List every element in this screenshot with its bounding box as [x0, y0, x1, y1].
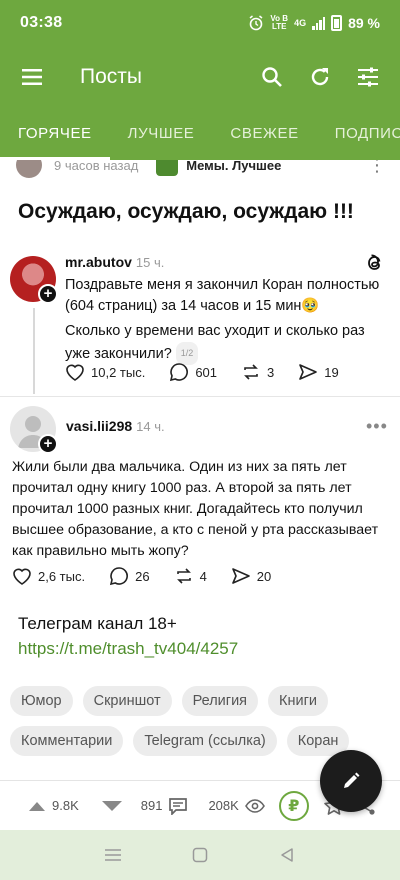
- tab-best[interactable]: ЛУЧШЕЕ: [110, 108, 213, 160]
- views-count: 208K: [208, 798, 239, 813]
- heart-icon: [13, 568, 31, 585]
- post-time: 9 часов назад: [54, 160, 139, 173]
- comments-button[interactable]: 891: [141, 797, 189, 815]
- embed2-header: vasi.lii298 14 ч.: [66, 418, 165, 434]
- refresh-icon: [311, 68, 329, 86]
- repost-icon: [176, 568, 191, 584]
- embed1-text2: Сколько у времени вас уходит и сколько р…: [65, 323, 365, 362]
- search-button[interactable]: [252, 57, 292, 97]
- donate-button[interactable]: ₽: [278, 790, 309, 821]
- embed2-reposts: 4: [174, 567, 207, 585]
- more-options-icon[interactable]: ⋮: [368, 160, 386, 176]
- filter-icon: [358, 67, 378, 87]
- app-bar-actions: [252, 57, 400, 97]
- post-meta: 9 часов назад Мемы. Лучшее ⋮: [16, 160, 386, 178]
- more-horizontal-icon[interactable]: •••: [366, 416, 388, 437]
- volte-indicator: Vo B LTE: [270, 14, 289, 31]
- embed2-stats: 2,6 тыс. 26 4 20: [12, 566, 372, 586]
- embed2-text: Жили были два мальчика. Один из них за п…: [12, 459, 379, 559]
- feed-tabs: ГОРЯЧЕЕ ЛУЧШЕЕ СВЕЖЕЕ ПОДПИСК: [0, 108, 400, 160]
- embed2-time: 14 ч.: [136, 419, 165, 434]
- embed1-shares: 19: [298, 363, 339, 381]
- pencil-icon: [344, 772, 360, 788]
- back-button[interactable]: [272, 840, 302, 870]
- embed1-comments: 601: [169, 362, 217, 382]
- community-icon[interactable]: [156, 160, 179, 176]
- menu-button[interactable]: [0, 69, 64, 85]
- eye-icon: [244, 798, 265, 813]
- status-icons: Vo B LTE 4G 89 %: [248, 15, 380, 31]
- repost-icon: [244, 364, 258, 380]
- network-type: 4G: [294, 18, 307, 28]
- signal-icon: [312, 16, 326, 30]
- tag-humor[interactable]: Юмор: [10, 686, 73, 716]
- telegram-link[interactable]: https://t.me/trash_tv404/4257: [18, 639, 238, 659]
- embed1-header: mr.abutov 15 ч.: [65, 254, 164, 270]
- filter-button[interactable]: [348, 57, 388, 97]
- status-bar: 03:38 Vo B LTE 4G 89 %: [0, 0, 400, 46]
- follow-plus-icon: +: [38, 284, 58, 304]
- embed2-author: vasi.lii298: [66, 418, 133, 434]
- tag-religion[interactable]: Религия: [181, 686, 259, 716]
- home-button[interactable]: [185, 840, 215, 870]
- tag-comments[interactable]: Комментарии: [10, 726, 124, 756]
- page-title: Посты: [80, 65, 142, 88]
- comments-count: 891: [140, 798, 163, 813]
- comment-bubble-icon: [110, 567, 129, 586]
- compose-fab[interactable]: [320, 750, 382, 812]
- embed2-comments: 26: [109, 566, 150, 586]
- menu-icon: [22, 69, 42, 85]
- embed1-stats: 10,2 тыс. 601 3 19: [65, 362, 385, 382]
- tab-hot[interactable]: ГОРЯЧЕЕ: [0, 108, 110, 160]
- embed2-shares: 20: [231, 567, 271, 585]
- home-icon: [192, 847, 208, 863]
- downvote-button[interactable]: [101, 800, 123, 812]
- back-icon: [280, 848, 293, 862]
- recents-button[interactable]: [98, 840, 128, 870]
- post-title[interactable]: Осуждаю, осуждаю, осуждаю !!!: [18, 200, 354, 224]
- comments-icon: [169, 797, 188, 815]
- comment-bubble-icon: [170, 363, 189, 382]
- embed1-author: mr.abutov: [65, 254, 132, 270]
- alarm-icon: [249, 15, 263, 31]
- tag-books[interactable]: Книги: [268, 686, 328, 716]
- embed1-likes: 10,2 тыс.: [65, 363, 145, 381]
- rating-value: 9.8K: [52, 798, 79, 813]
- embed1-text: Поздравьте меня я закончил Коран полност…: [65, 275, 390, 365]
- community-name[interactable]: Мемы. Лучшее: [186, 160, 281, 173]
- tag-screenshot[interactable]: Скриншот: [82, 686, 172, 716]
- tab-subscriptions[interactable]: ПОДПИСК: [317, 108, 400, 160]
- embed1-reposts: 3: [241, 363, 274, 381]
- embed2-likes: 2,6 тыс.: [12, 567, 85, 585]
- app-bar: Посты: [0, 46, 400, 108]
- arrow-up-icon: [29, 801, 45, 811]
- threads-logo-icon: [368, 254, 381, 270]
- status-time: 03:38: [20, 14, 63, 31]
- send-icon: [299, 364, 318, 380]
- search-icon: [262, 67, 282, 87]
- battery-icon: [331, 15, 343, 31]
- tab-fresh[interactable]: СВЕЖЕЕ: [212, 108, 316, 160]
- author-avatar[interactable]: [16, 160, 42, 178]
- tag-telegram[interactable]: Telegram (ссылка): [133, 726, 277, 756]
- system-nav-bar: [0, 830, 400, 880]
- telegram-title: Телеграм канал 18+: [18, 614, 177, 633]
- tag-list: Юмор Скриншот Религия Книги Комментарии …: [10, 686, 390, 756]
- views: 208K: [208, 798, 265, 813]
- embed1-time: 15 ч.: [135, 255, 165, 270]
- recents-icon: [105, 849, 122, 861]
- post-content: 9 часов назад Мемы. Лучшее ⋮ Осуждаю, ос…: [0, 160, 400, 780]
- follow-plus-icon: +: [38, 434, 58, 454]
- divider: [0, 396, 400, 397]
- heart-icon: [66, 364, 84, 381]
- upvote-button[interactable]: 9.8K: [28, 798, 79, 813]
- refresh-button[interactable]: [300, 57, 340, 97]
- battery-level: 89 %: [348, 15, 380, 31]
- arrow-down-icon: [101, 800, 122, 811]
- thread-line: [33, 308, 35, 394]
- send-icon: [231, 568, 250, 584]
